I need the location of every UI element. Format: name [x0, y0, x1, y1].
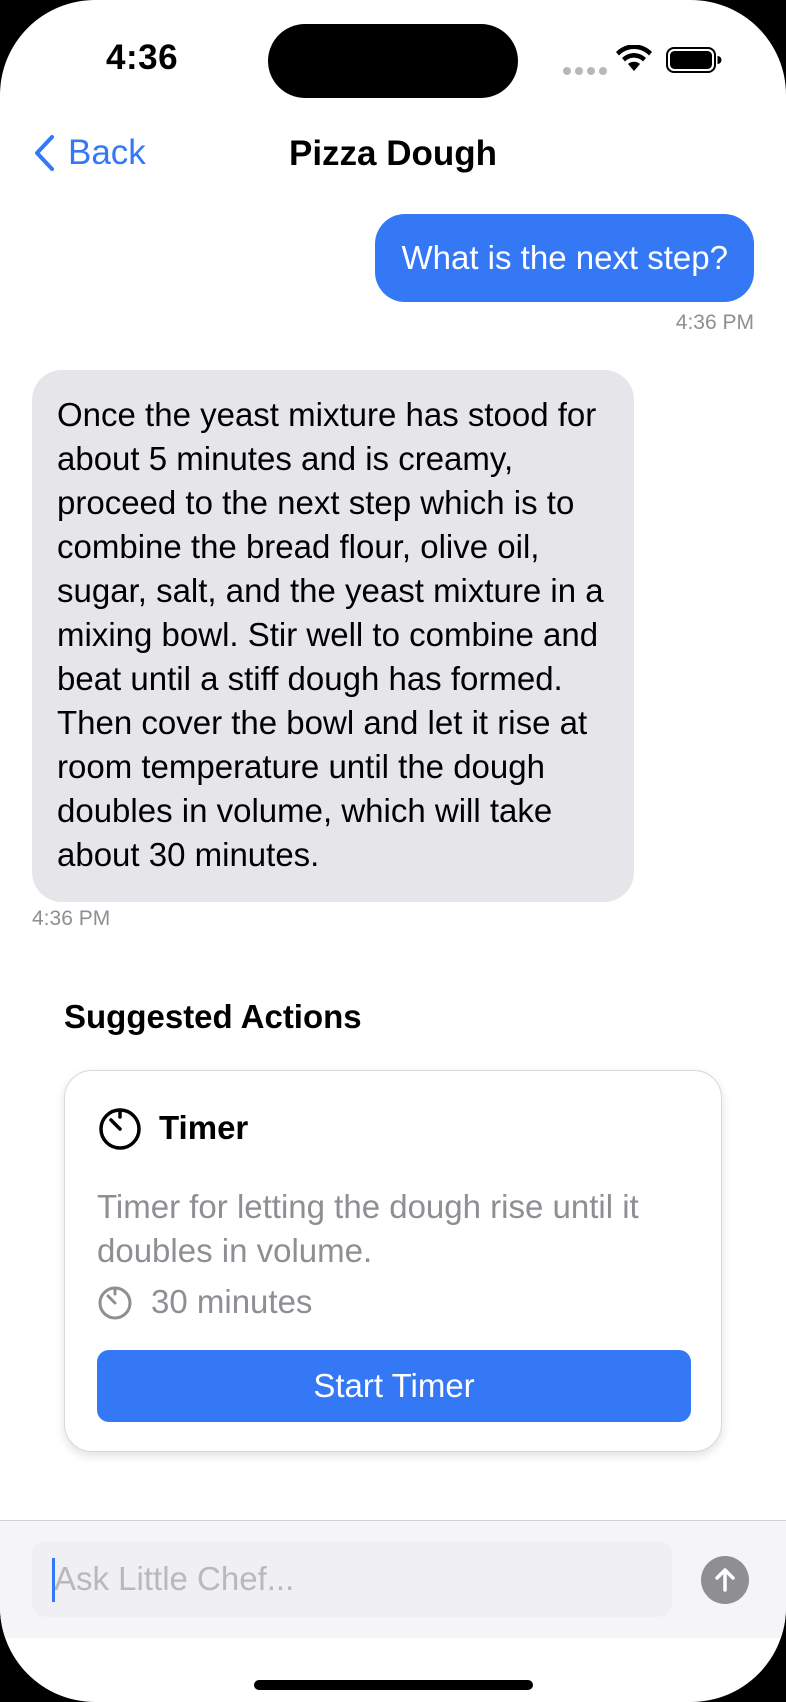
- timer-small-icon: [98, 1286, 132, 1320]
- card-description: Timer for letting the dough rise until i…: [97, 1188, 639, 1269]
- arrow-up-icon: [715, 1568, 735, 1592]
- user-message-time: 4:36 PM: [675, 311, 754, 334]
- status-time: 4:36: [106, 38, 179, 77]
- wifi-icon: [616, 45, 652, 71]
- ask-input[interactable]: [32, 1541, 672, 1617]
- text-caret: [52, 1558, 55, 1602]
- assistant-message-time: 4:36 PM: [32, 907, 111, 930]
- input-bar: [0, 1520, 786, 1638]
- timer-action-card: Timer Timer for letting the dough rise u…: [64, 1070, 722, 1452]
- suggested-actions-title: Suggested Actions: [64, 998, 362, 1035]
- assistant-message-bubble: Once the yeast mixture has stood for abo…: [32, 370, 634, 902]
- card-title: Timer: [159, 1109, 249, 1146]
- page-title: Pizza Dough: [288, 134, 498, 173]
- send-button[interactable]: [701, 1556, 749, 1604]
- cellular-signal-icon: [563, 67, 607, 75]
- home-indicator[interactable]: [254, 1680, 533, 1690]
- timer-icon: [99, 1108, 141, 1150]
- battery-icon: [666, 47, 722, 73]
- user-message-bubble: What is the next step?: [375, 214, 754, 302]
- dynamic-island: [268, 24, 518, 98]
- start-timer-button[interactable]: Start Timer: [97, 1350, 691, 1422]
- duration-row: 30 minutes: [97, 1283, 312, 1321]
- duration-text: 30 minutes: [151, 1283, 313, 1320]
- app-screen: 4:36 Back Pizza Dough What is the next s…: [0, 0, 786, 1702]
- card-header: Timer: [97, 1105, 248, 1151]
